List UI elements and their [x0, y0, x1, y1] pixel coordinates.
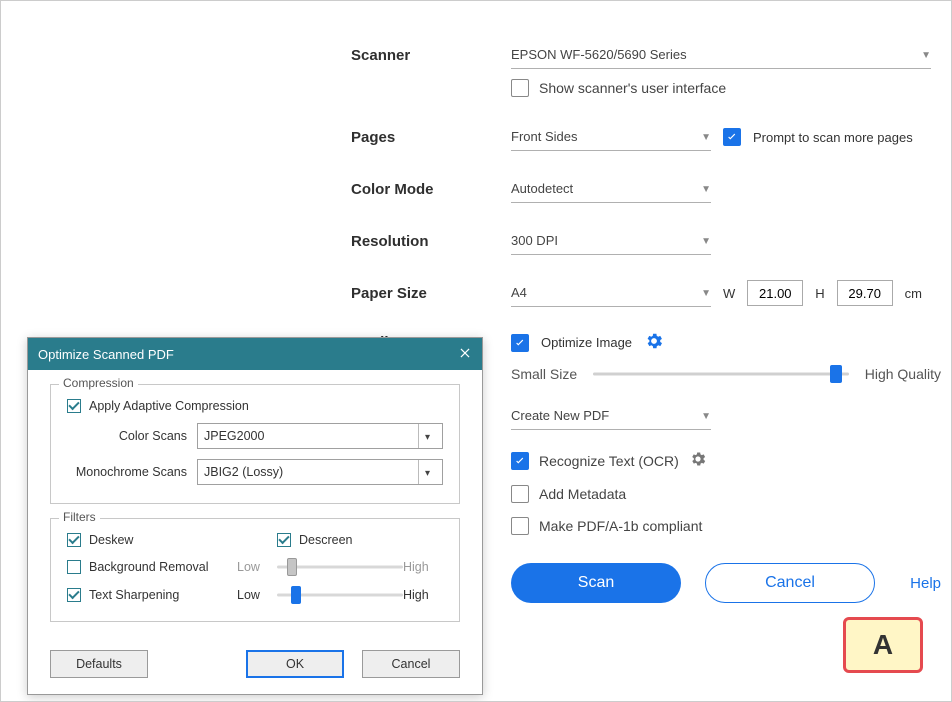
- paper-size-row: Paper Size A4 ▼ W H cm: [351, 279, 941, 307]
- filters-legend: Filters: [59, 510, 100, 524]
- color-mode-label: Color Mode: [351, 181, 511, 198]
- slider-left-label: Small Size: [511, 366, 577, 382]
- paper-width-input[interactable]: [747, 280, 803, 306]
- dialog-titlebar[interactable]: Optimize Scanned PDF: [28, 338, 482, 370]
- bg-low-label: Low: [237, 560, 277, 574]
- chevron-down-icon: ▼: [701, 236, 711, 247]
- deskew-label: Deskew: [89, 533, 133, 547]
- width-label: W: [723, 286, 735, 301]
- pages-label: Pages: [351, 129, 511, 146]
- show-scanner-ui-label: Show scanner's user interface: [539, 80, 726, 96]
- background-removal-slider[interactable]: [277, 559, 403, 575]
- pages-value: Front Sides: [511, 129, 577, 144]
- optimize-image-label: Optimize Image: [541, 335, 632, 350]
- prompt-more-checkbox[interactable]: [723, 128, 741, 146]
- color-mode-value: Autodetect: [511, 181, 573, 196]
- slider-right-label: High Quality: [865, 366, 941, 382]
- scanner-select[interactable]: EPSON WF-5620/5690 Series ▼: [511, 41, 931, 69]
- quality-slider[interactable]: [593, 364, 849, 384]
- resolution-value: 300 DPI: [511, 233, 558, 248]
- prompt-more-label: Prompt to scan more pages: [753, 130, 913, 145]
- paper-size-select[interactable]: A4 ▼: [511, 279, 711, 307]
- gear-icon[interactable]: [689, 450, 707, 471]
- color-scans-label: Color Scans: [67, 429, 187, 443]
- descreen-label: Descreen: [299, 533, 353, 547]
- adaptive-compression-checkbox[interactable]: [67, 399, 81, 413]
- mono-scans-select[interactable]: JBIG2 (Lossy) ▾: [197, 459, 443, 485]
- scan-settings-window: Scanner EPSON WF-5620/5690 Series ▼ Show…: [0, 0, 952, 702]
- color-scans-select[interactable]: JPEG2000 ▾: [197, 423, 443, 449]
- height-label: H: [815, 286, 824, 301]
- sharp-high-label: High: [403, 588, 443, 602]
- color-mode-row: Color Mode Autodetect ▼: [351, 175, 941, 203]
- color-mode-select[interactable]: Autodetect ▼: [511, 175, 711, 203]
- ocr-label: Recognize Text (OCR): [539, 453, 679, 469]
- optimize-dialog: Optimize Scanned PDF Compression Apply A…: [27, 337, 483, 695]
- descreen-checkbox[interactable]: [277, 533, 291, 547]
- filters-group: Filters Deskew Descreen Background Re: [50, 518, 460, 622]
- background-removal-label: Background Removal: [89, 560, 209, 574]
- resolution-select[interactable]: 300 DPI ▼: [511, 227, 711, 255]
- chevron-down-icon: ▾: [418, 460, 436, 484]
- defaults-button[interactable]: Defaults: [50, 650, 148, 678]
- ok-button[interactable]: OK: [246, 650, 344, 678]
- compression-legend: Compression: [59, 376, 138, 390]
- pages-select[interactable]: Front Sides ▼: [511, 123, 711, 151]
- annotation-a: A: [843, 617, 923, 673]
- paper-height-input[interactable]: [837, 280, 893, 306]
- bg-high-label: High: [403, 560, 443, 574]
- scanner-value: EPSON WF-5620/5690 Series: [511, 47, 687, 62]
- background-removal-checkbox[interactable]: [67, 560, 81, 574]
- chevron-down-icon: ▼: [701, 288, 711, 299]
- help-link[interactable]: Help: [910, 575, 941, 592]
- gear-icon[interactable]: [644, 331, 664, 354]
- scanner-label: Scanner: [351, 47, 511, 64]
- text-sharpening-checkbox[interactable]: [67, 588, 81, 602]
- sharp-low-label: Low: [237, 588, 277, 602]
- chevron-down-icon: ▼: [921, 50, 931, 61]
- pages-row: Pages Front Sides ▼ Prompt to scan more …: [351, 123, 941, 151]
- chevron-down-icon: ▼: [701, 132, 711, 143]
- mono-scans-label: Monochrome Scans: [67, 465, 187, 479]
- output-mode-value: Create New PDF: [511, 408, 609, 423]
- output-mode-select[interactable]: Create New PDF ▼: [511, 402, 711, 430]
- close-icon[interactable]: [458, 346, 472, 363]
- chevron-down-icon: ▾: [418, 424, 436, 448]
- compression-group: Compression Apply Adaptive Compression C…: [50, 384, 460, 504]
- metadata-label: Add Metadata: [539, 486, 626, 502]
- text-sharpening-slider[interactable]: [277, 587, 403, 603]
- dialog-cancel-button[interactable]: Cancel: [362, 650, 460, 678]
- paper-size-label: Paper Size: [351, 285, 511, 302]
- scan-button[interactable]: Scan: [511, 563, 681, 603]
- dialog-title: Optimize Scanned PDF: [38, 347, 174, 362]
- adaptive-compression-label: Apply Adaptive Compression: [89, 399, 249, 413]
- show-scanner-ui-checkbox[interactable]: [511, 79, 529, 97]
- deskew-checkbox[interactable]: [67, 533, 81, 547]
- optimize-image-checkbox[interactable]: [511, 334, 529, 352]
- resolution-label: Resolution: [351, 233, 511, 250]
- resolution-row: Resolution 300 DPI ▼: [351, 227, 941, 255]
- cancel-button[interactable]: Cancel: [705, 563, 875, 603]
- pdfa-label: Make PDF/A-1b compliant: [539, 518, 702, 534]
- pdfa-checkbox[interactable]: [511, 517, 529, 535]
- unit-label: cm: [905, 286, 922, 301]
- ocr-checkbox[interactable]: [511, 452, 529, 470]
- paper-size-value: A4: [511, 285, 527, 300]
- text-sharpening-label: Text Sharpening: [89, 588, 179, 602]
- chevron-down-icon: ▼: [701, 184, 711, 195]
- metadata-checkbox[interactable]: [511, 485, 529, 503]
- chevron-down-icon: ▼: [701, 411, 711, 422]
- scanner-row: Scanner EPSON WF-5620/5690 Series ▼: [351, 41, 941, 69]
